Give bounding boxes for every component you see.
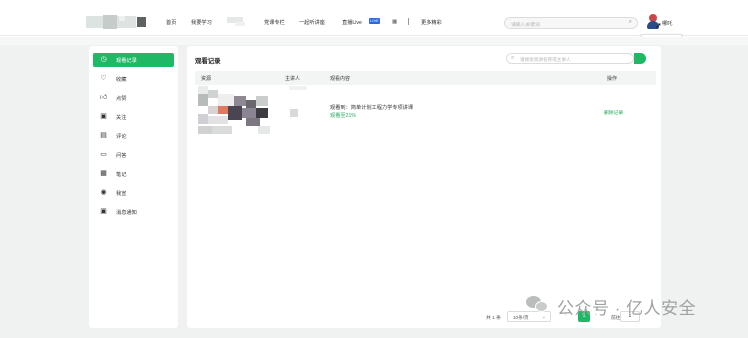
delete-record-button[interactable]: 删除记录: [604, 109, 623, 116]
sidebar-item-watch-history[interactable]: ◷ 观看记录: [93, 53, 174, 67]
grid-icon[interactable]: ▦: [392, 19, 397, 25]
sidebar-item-publicity[interactable]: ◉ 我宣: [93, 186, 174, 200]
badge-icon: ◉: [100, 189, 107, 196]
search-placeholder: 请输入关键词: [511, 22, 540, 28]
nav-item-lectures[interactable]: 一起听讲座: [299, 19, 325, 26]
sidebar-item-qa[interactable]: ▭ 问答: [93, 148, 174, 162]
user-follow-icon: ▣: [100, 113, 107, 120]
thumbs-up-icon: 👍︎: [99, 94, 108, 101]
sidebar: ◷ 观看记录 ♡ 收藏 👍︎ 点赞 ▣ 关注 ▤ 评论 ▭ 问答 ▦ 笔记 ◉ …: [89, 46, 178, 328]
column-header-action: 操作: [607, 76, 618, 82]
sidebar-item-label: 消息通知: [116, 210, 137, 216]
user-name[interactable]: 哪吒: [662, 20, 672, 27]
page-size-value: 10条/页: [513, 314, 529, 320]
blurred-nav-item-shadow: [235, 22, 245, 26]
history-search-placeholder: 请搜索资源名称或主讲人: [520, 56, 571, 62]
watermark-text: 公众号 · 亿人安全: [557, 299, 697, 318]
table-header: 资源 主讲人 观看内容 操作: [195, 71, 656, 85]
watch-progress: 观看至21%: [330, 113, 356, 119]
nav-item-party-column[interactable]: 党课专栏: [264, 19, 285, 26]
resource-thumbnail[interactable]: [198, 86, 273, 136]
comment-icon: ▤: [100, 132, 107, 139]
column-header-content: 观看内容: [330, 76, 351, 82]
sidebar-item-label: 点赞: [116, 96, 127, 102]
sidebar-item-label: 评论: [116, 134, 127, 140]
nav-item-home[interactable]: 首页: [166, 19, 176, 26]
page-top-strip: [0, 37, 748, 45]
note-icon: ▦: [100, 170, 107, 177]
watched-content-title[interactable]: 观看到：简单计划工程力学专项讲课: [330, 104, 413, 111]
global-search-input[interactable]: 请输入关键词 ⌕: [504, 17, 638, 29]
clock-icon: ◷: [100, 56, 107, 63]
mouse-cursor-icon: ➚: [655, 21, 662, 30]
site-logo[interactable]: [86, 15, 156, 30]
pagination-total: 共 1 条: [486, 316, 501, 321]
sidebar-item-label: 问答: [116, 153, 127, 159]
nav-item-live[interactable]: 直播Live: [342, 19, 362, 26]
chevron-down-icon: ⌄: [541, 313, 546, 320]
sidebar-item-following[interactable]: ▣ 关注: [93, 110, 174, 124]
message-icon: ▣: [100, 208, 107, 215]
column-header-resource: 资源: [201, 76, 212, 82]
lecturer-avatar: [290, 109, 298, 117]
history-search-input[interactable]: ⌕ 请搜索资源名称或主讲人: [506, 53, 634, 64]
sidebar-item-label: 关注: [116, 115, 127, 121]
live-badge: LIVE: [369, 18, 380, 24]
sidebar-item-likes[interactable]: 👍︎ 点赞: [93, 91, 174, 105]
user-avatar[interactable]: ➚: [646, 14, 662, 30]
sidebar-item-label: 观看记录: [116, 58, 137, 64]
sidebar-item-favorites[interactable]: ♡ 收藏: [93, 72, 174, 86]
wechat-icon: [526, 294, 550, 314]
heart-icon: ♡: [100, 75, 107, 82]
sidebar-item-messages[interactable]: ▣ 消息通知: [93, 205, 174, 219]
sidebar-item-label: 我宣: [116, 191, 127, 197]
top-navigation-bar: 首页 我要学习 党课专栏 一起听讲座 直播Live LIVE ▦ 更多精彩 请输…: [0, 0, 748, 36]
column-header-lecturer: 主讲人: [285, 76, 301, 82]
sidebar-item-label: 收藏: [116, 77, 127, 83]
question-icon: ▭: [100, 151, 107, 158]
nav-item-more[interactable]: 更多精彩: [421, 19, 442, 26]
sidebar-item-label: 笔记: [116, 172, 127, 178]
search-icon[interactable]: ⌕: [629, 19, 632, 26]
search-icon: ⌕: [511, 54, 515, 61]
sidebar-item-comments[interactable]: ▤ 评论: [93, 129, 174, 143]
main-panel: 观看记录 ⌕ 请搜索资源名称或主讲人 资源 主讲人 观看内容 操作 观看到：简单…: [187, 46, 661, 328]
page-title: 观看记录: [195, 58, 221, 65]
lecturer-name-blurred: [289, 86, 307, 90]
sidebar-item-notes[interactable]: ▦ 笔记: [93, 167, 174, 181]
nav-divider: [408, 18, 409, 25]
nav-item-learn[interactable]: 我要学习: [191, 19, 212, 26]
history-search-button[interactable]: [634, 53, 646, 64]
